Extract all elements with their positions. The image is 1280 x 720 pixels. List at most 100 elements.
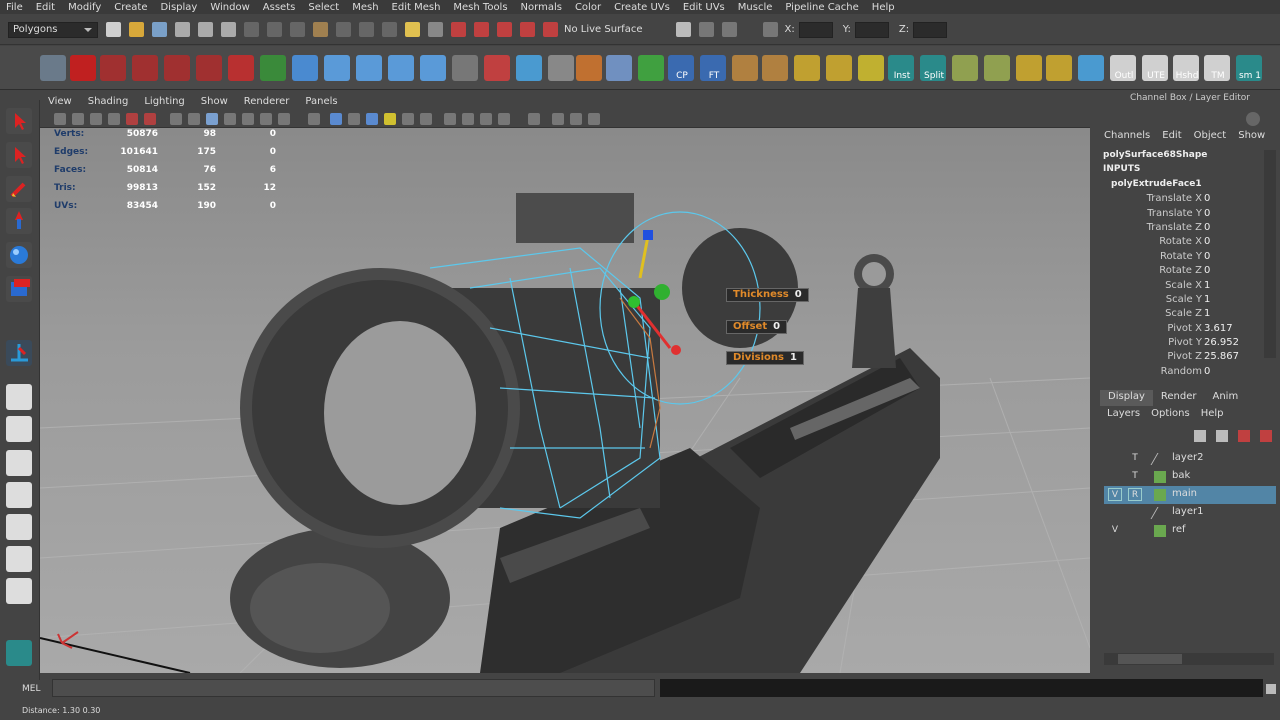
cylinder-icon[interactable] bbox=[732, 55, 758, 81]
attr-value[interactable]: 0 bbox=[1204, 265, 1210, 276]
uv-grid-icon[interactable] bbox=[1016, 55, 1042, 81]
image-plane-icon[interactable] bbox=[90, 113, 102, 125]
command-language-label[interactable]: MEL bbox=[22, 684, 40, 694]
cb-menu-channels[interactable]: Channels bbox=[1104, 130, 1150, 144]
le-menu-help[interactable]: Help bbox=[1201, 408, 1224, 422]
menu-color[interactable]: Color bbox=[575, 2, 601, 13]
select-hierarchy-icon[interactable] bbox=[175, 22, 190, 37]
offset-value[interactable]: 0 bbox=[773, 321, 780, 332]
transform-mode-icon[interactable] bbox=[699, 22, 715, 37]
panel-menu-panels[interactable]: Panels bbox=[305, 96, 337, 107]
resolution-gate-icon[interactable] bbox=[144, 113, 156, 125]
layer-type-toggle[interactable]: T bbox=[1128, 470, 1142, 483]
layout-single-icon[interactable] bbox=[6, 384, 32, 410]
layout-outliner-icon[interactable] bbox=[6, 546, 32, 572]
attr-value[interactable]: 26.952 bbox=[1204, 337, 1239, 348]
transfer-icon[interactable] bbox=[638, 55, 664, 81]
cb-menu-edit[interactable]: Edit bbox=[1162, 130, 1181, 144]
menu-pipeline-cache[interactable]: Pipeline Cache bbox=[785, 2, 858, 13]
panel-menu-view[interactable]: View bbox=[48, 96, 72, 107]
target-icon[interactable] bbox=[359, 22, 374, 37]
menu-normals[interactable]: Normals bbox=[521, 2, 562, 13]
uv-shell-icon[interactable] bbox=[1078, 55, 1104, 81]
script-editor-icon[interactable] bbox=[1266, 684, 1276, 694]
layout-four-icon[interactable] bbox=[6, 416, 32, 442]
attr-value[interactable]: 1 bbox=[1204, 280, 1210, 291]
menu-select[interactable]: Select bbox=[308, 2, 339, 13]
panel-options-icon[interactable] bbox=[588, 113, 600, 125]
layer-visibility-toggle[interactable] bbox=[1108, 506, 1122, 519]
scale-tool-icon[interactable] bbox=[6, 276, 32, 302]
new-layer-selected-icon[interactable] bbox=[1260, 430, 1272, 442]
attr-value[interactable]: 3.617 bbox=[1204, 323, 1233, 334]
menu-edit-uvs[interactable]: Edit UVs bbox=[683, 2, 725, 13]
cb-menu-show[interactable]: Show bbox=[1238, 130, 1265, 144]
select-arrow-icon[interactable] bbox=[6, 108, 32, 134]
thickness-field[interactable]: Thickness 0 bbox=[726, 288, 809, 302]
layer-name[interactable]: layer1 bbox=[1172, 506, 1203, 517]
panel-menu-lighting[interactable]: Lighting bbox=[144, 96, 184, 107]
menu-create-uvs[interactable]: Create UVs bbox=[614, 2, 670, 13]
insert-edge-loop-icon[interactable] bbox=[196, 55, 222, 81]
menu-display[interactable]: Display bbox=[160, 2, 197, 13]
menu-help[interactable]: Help bbox=[872, 2, 895, 13]
layer-type-toggle[interactable] bbox=[1128, 506, 1142, 519]
wireframe-icon[interactable] bbox=[170, 113, 182, 125]
uv-checker-icon[interactable] bbox=[1046, 55, 1072, 81]
smooth-shade-icon[interactable] bbox=[188, 113, 200, 125]
layer-row-ref[interactable]: V ref bbox=[1104, 522, 1276, 540]
attr-translate-x[interactable]: Translate X0 bbox=[1100, 193, 1264, 207]
perspective-viewport[interactable]: Verts: 50876 98 0 Edges: 101641 175 0 Fa… bbox=[40, 128, 1090, 673]
grid-toggle-icon[interactable] bbox=[108, 113, 120, 125]
xray-components-icon[interactable] bbox=[260, 113, 272, 125]
x-field[interactable] bbox=[798, 21, 833, 38]
shadows-icon[interactable] bbox=[330, 113, 342, 125]
anti-alias-icon[interactable] bbox=[420, 113, 432, 125]
render-icon[interactable] bbox=[451, 22, 466, 37]
layout-hypershade-icon[interactable] bbox=[6, 514, 32, 540]
panel-menu-shading[interactable]: Shading bbox=[88, 96, 129, 107]
snap-live-icon[interactable] bbox=[336, 22, 351, 37]
camera-attributes-icon[interactable] bbox=[54, 113, 66, 125]
textured-icon[interactable] bbox=[278, 113, 290, 125]
thickness-value[interactable]: 0 bbox=[795, 289, 802, 300]
isolate-icon[interactable] bbox=[348, 113, 360, 125]
attr-rotate-z[interactable]: Rotate Z0 bbox=[1100, 265, 1264, 279]
select-tool-icon[interactable] bbox=[40, 55, 66, 81]
menu-create[interactable]: Create bbox=[114, 2, 147, 13]
command-input[interactable] bbox=[52, 679, 655, 697]
ipr-render-icon[interactable] bbox=[474, 22, 489, 37]
color-manage-icon[interactable] bbox=[498, 113, 510, 125]
combine-icon[interactable] bbox=[516, 55, 542, 81]
panel-menu-show[interactable]: Show bbox=[201, 96, 228, 107]
extract-icon[interactable] bbox=[484, 55, 510, 81]
attr-value[interactable]: 0 bbox=[1204, 222, 1210, 233]
attr-value[interactable]: 0 bbox=[1204, 236, 1210, 247]
construction-history-icon[interactable] bbox=[428, 22, 443, 37]
grid-icon[interactable] bbox=[452, 55, 478, 81]
render-settings-icon[interactable] bbox=[497, 22, 512, 37]
attr-pivot-y[interactable]: Pivot Y 26.952 bbox=[1100, 337, 1264, 351]
history-icon[interactable] bbox=[382, 22, 397, 37]
layout-graph-icon[interactable] bbox=[6, 578, 32, 604]
ambient-occlusion-icon[interactable] bbox=[384, 113, 396, 125]
uv-icon[interactable] bbox=[826, 55, 852, 81]
relative-mode-icon[interactable] bbox=[722, 22, 738, 37]
menu-modify[interactable]: Modify bbox=[68, 2, 101, 13]
layer-visibility-toggle[interactable]: V bbox=[1108, 488, 1122, 501]
menu-mesh[interactable]: Mesh bbox=[352, 2, 378, 13]
help-icon[interactable] bbox=[70, 55, 96, 81]
layer-color-swatch[interactable] bbox=[1154, 471, 1166, 483]
paint-select-icon[interactable] bbox=[6, 176, 32, 202]
menu-edit-mesh[interactable]: Edit Mesh bbox=[392, 2, 441, 13]
attr-value[interactable]: 25.867 bbox=[1204, 351, 1239, 362]
layer-name[interactable]: ref bbox=[1172, 524, 1186, 535]
attr-scale-x[interactable]: Scale X1 bbox=[1100, 280, 1264, 294]
snap-point-icon[interactable] bbox=[290, 22, 305, 37]
menu-file[interactable]: File bbox=[6, 2, 23, 13]
multi-cut-icon[interactable] bbox=[132, 55, 158, 81]
select-camera-icon[interactable] bbox=[528, 113, 540, 125]
attr-value[interactable]: 0 bbox=[1204, 366, 1210, 375]
panel-split-icon[interactable] bbox=[570, 113, 582, 125]
layout-side-icon[interactable] bbox=[6, 450, 32, 476]
